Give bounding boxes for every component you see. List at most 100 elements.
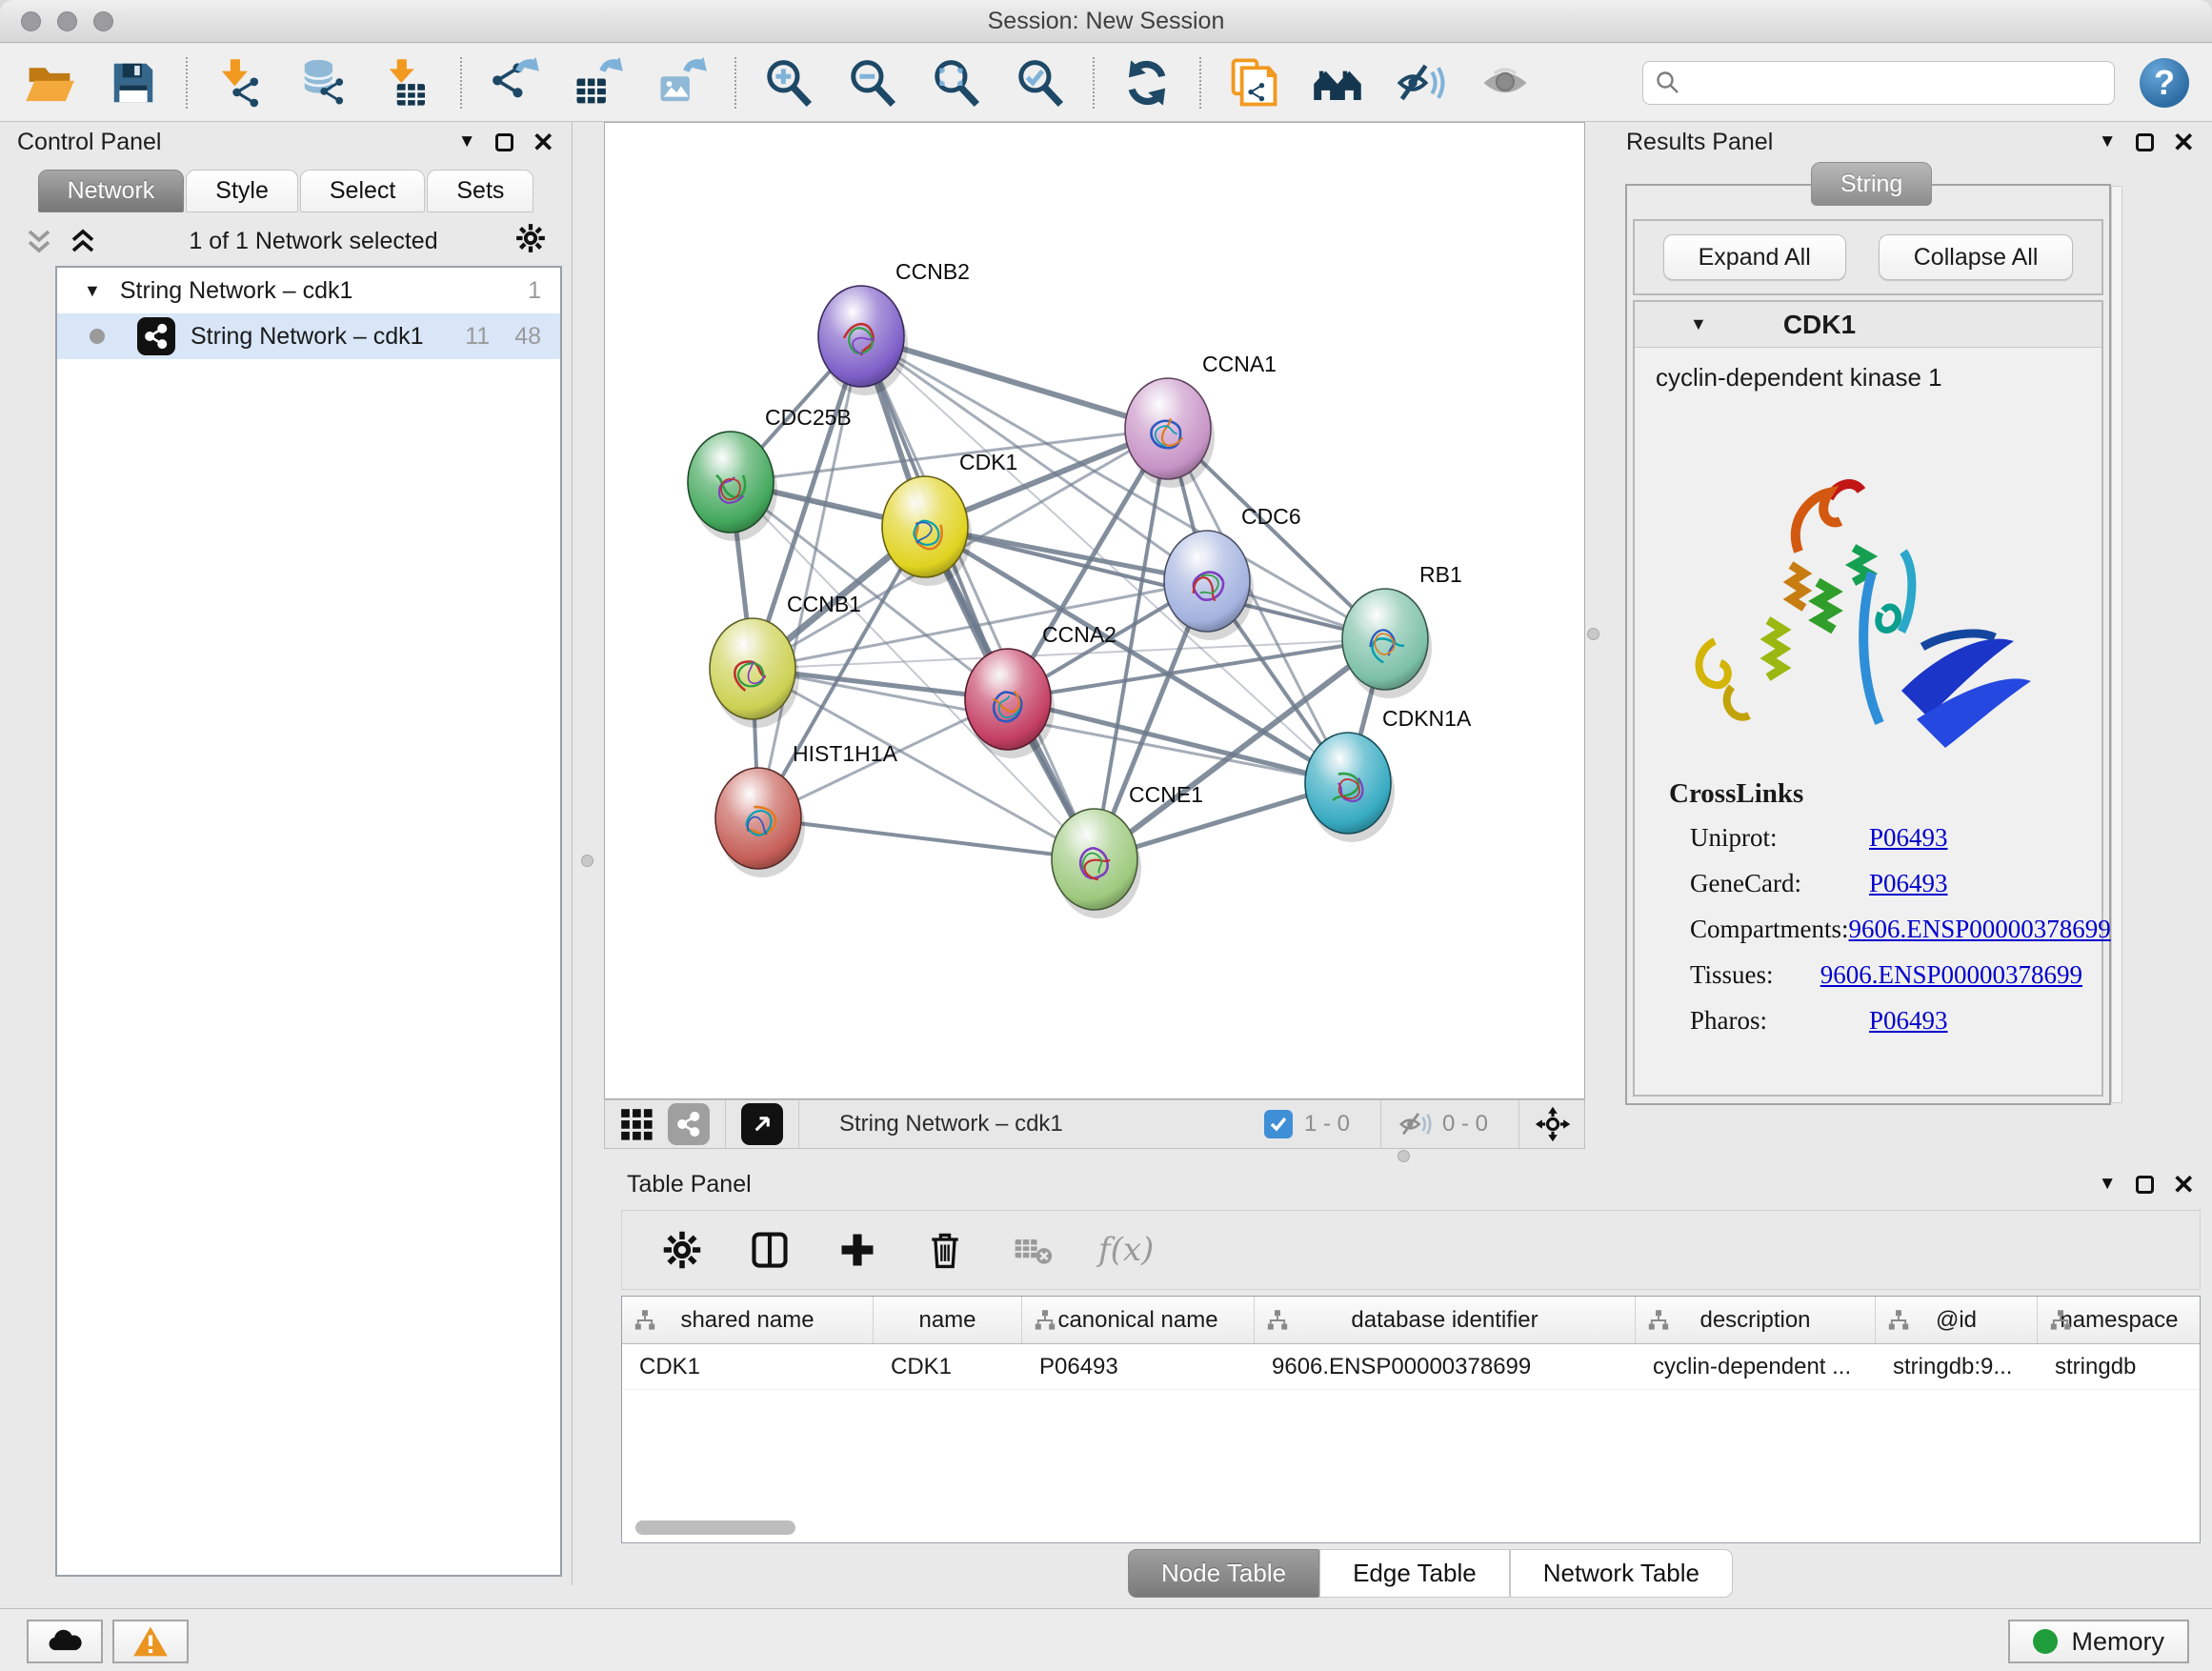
network-node-hist1h1a[interactable]: HIST1H1A bbox=[715, 741, 898, 877]
collapse-all-chevron-icon[interactable] bbox=[25, 227, 53, 255]
collection-name: String Network – cdk1 bbox=[120, 277, 503, 305]
warning-status-button[interactable] bbox=[112, 1620, 189, 1663]
first-neighbors-button[interactable] bbox=[1311, 56, 1364, 110]
network-edge[interactable] bbox=[758, 818, 1095, 859]
tab-select[interactable]: Select bbox=[300, 170, 425, 212]
table-horizontal-scrollbar[interactable] bbox=[635, 1520, 795, 1535]
float-panel-icon[interactable] bbox=[2136, 1176, 2154, 1194]
panel-menu-icon[interactable]: ▼ bbox=[2099, 131, 2117, 152]
toolbar-separator bbox=[734, 57, 736, 109]
hide-selected-button[interactable] bbox=[1395, 56, 1448, 110]
protein-section-header[interactable]: ▼ CDK1 bbox=[1635, 302, 2101, 348]
crosslink-link[interactable]: P06493 bbox=[1869, 869, 1948, 898]
zoom-in-button[interactable] bbox=[762, 56, 815, 110]
import-network-database-button[interactable] bbox=[297, 56, 351, 110]
crosslink-link[interactable]: P06493 bbox=[1869, 1006, 1948, 1036]
close-window-icon[interactable] bbox=[21, 11, 41, 31]
collapse-all-button[interactable]: Collapse All bbox=[1879, 234, 2074, 280]
column-header-canonical-name[interactable]: canonical name bbox=[1022, 1297, 1255, 1343]
node-table[interactable]: shared namenamecanonical namedatabase id… bbox=[621, 1296, 2201, 1543]
column-header-shared-name[interactable]: shared name bbox=[622, 1297, 874, 1343]
column-header-description[interactable]: description bbox=[1636, 1297, 1876, 1343]
expand-all-chevron-icon[interactable] bbox=[69, 227, 97, 255]
delete-column-trash-icon[interactable] bbox=[923, 1228, 967, 1272]
export-image-button[interactable] bbox=[655, 56, 709, 110]
network-edge[interactable] bbox=[861, 336, 1095, 859]
crosslink-link[interactable]: 9606.ENSP00000378699 bbox=[1848, 915, 2110, 944]
move-crosshair-icon[interactable] bbox=[1535, 1106, 1571, 1142]
panel-menu-icon[interactable]: ▼ bbox=[458, 131, 476, 152]
tab-network[interactable]: Network bbox=[38, 170, 185, 212]
results-scrollbar[interactable] bbox=[2111, 186, 2122, 1103]
refresh-button[interactable] bbox=[1120, 56, 1174, 110]
cloud-status-button[interactable] bbox=[27, 1620, 103, 1663]
expand-all-button[interactable]: Expand All bbox=[1663, 234, 1846, 280]
selected-nodes-checkbox[interactable] bbox=[1264, 1110, 1293, 1138]
help-button[interactable]: ? bbox=[2140, 58, 2189, 108]
memory-button[interactable]: Memory bbox=[2008, 1620, 2189, 1663]
table-options-gear-icon[interactable] bbox=[660, 1228, 704, 1272]
table-row[interactable]: CDK1CDK1P064939606.ENSP00000378699cyclin… bbox=[622, 1344, 2200, 1390]
tab-network-table[interactable]: Network Table bbox=[1510, 1549, 1733, 1598]
birdseye-view-icon[interactable] bbox=[741, 1103, 783, 1145]
open-session-button[interactable] bbox=[23, 56, 76, 110]
bottom-splitter-handle[interactable] bbox=[1398, 1150, 1410, 1162]
show-columns-icon[interactable] bbox=[748, 1228, 792, 1272]
column-header-database-identifier[interactable]: database identifier bbox=[1255, 1297, 1636, 1343]
network-node-rb1[interactable]: RB1 bbox=[1342, 562, 1462, 698]
disclosure-triangle-icon[interactable]: ▼ bbox=[1690, 314, 1707, 334]
zoom-fit-button[interactable] bbox=[930, 56, 983, 110]
clone-network-button[interactable] bbox=[1227, 56, 1280, 110]
show-all-button[interactable] bbox=[1478, 56, 1532, 110]
network-canvas[interactable]: CCNB2CCNA1CDC25BCDK1CDC6RB1CCNB1CCNA2CDK… bbox=[604, 122, 1585, 1099]
network-options-gear-icon[interactable] bbox=[514, 222, 547, 261]
import-network-button[interactable] bbox=[213, 56, 267, 110]
export-network-button[interactable] bbox=[488, 56, 541, 110]
network-row[interactable]: String Network – cdk1 11 48 bbox=[57, 313, 560, 359]
right-splitter-handle[interactable] bbox=[1587, 628, 1599, 640]
network-graph[interactable]: CCNB2CCNA1CDC25BCDK1CDC6RB1CCNB1CCNA2CDK… bbox=[605, 123, 1584, 1098]
close-panel-icon[interactable]: ✕ bbox=[533, 127, 554, 158]
window-traffic-lights bbox=[21, 11, 113, 31]
tab-style[interactable]: Style bbox=[186, 170, 298, 212]
memory-status-dot bbox=[2033, 1629, 2058, 1654]
network-node-ccnb2[interactable]: CCNB2 bbox=[818, 259, 970, 395]
column-header-namespace[interactable]: namespace bbox=[2038, 1297, 2201, 1343]
column-header--id[interactable]: @id bbox=[1876, 1297, 2038, 1343]
export-table-button[interactable] bbox=[572, 56, 625, 110]
export-image-icon bbox=[656, 57, 708, 109]
network-node-ccne1[interactable]: CCNE1 bbox=[1052, 782, 1203, 918]
search-box[interactable] bbox=[1642, 61, 2115, 105]
panel-menu-icon[interactable]: ▼ bbox=[2099, 1174, 2117, 1195]
search-input[interactable] bbox=[1689, 69, 2102, 97]
network-collection-row[interactable]: ▼ String Network – cdk1 1 bbox=[57, 268, 560, 313]
disclosure-triangle-icon[interactable]: ▼ bbox=[84, 281, 101, 301]
column-header-name[interactable]: name bbox=[874, 1297, 1022, 1343]
save-session-button[interactable] bbox=[107, 56, 160, 110]
close-panel-icon[interactable]: ✕ bbox=[2173, 1169, 2195, 1200]
tab-edge-table[interactable]: Edge Table bbox=[1319, 1549, 1510, 1598]
import-table-button[interactable] bbox=[381, 56, 434, 110]
network-node-cdk1[interactable]: CDK1 bbox=[882, 450, 1017, 586]
left-splitter-handle[interactable] bbox=[581, 855, 593, 867]
create-column-icon[interactable] bbox=[835, 1228, 879, 1272]
zoom-window-icon[interactable] bbox=[93, 11, 113, 31]
tab-node-table[interactable]: Node Table bbox=[1128, 1549, 1319, 1598]
crosslink-link[interactable]: 9606.ENSP00000378699 bbox=[1820, 960, 2082, 990]
network-node-ccna1[interactable]: CCNA1 bbox=[1125, 352, 1277, 488]
grid-view-icon[interactable] bbox=[618, 1106, 654, 1142]
tab-sets[interactable]: Sets bbox=[427, 170, 533, 212]
network-node-ccnb1[interactable]: CCNB1 bbox=[710, 592, 861, 728]
network-node-cdkn1a[interactable]: CDKN1A bbox=[1305, 706, 1472, 842]
float-panel-icon[interactable] bbox=[495, 133, 513, 151]
minimize-window-icon[interactable] bbox=[57, 11, 77, 31]
close-panel-icon[interactable]: ✕ bbox=[2173, 127, 2195, 158]
crosslink-link[interactable]: P06493 bbox=[1869, 823, 1948, 853]
network-node-cdc25b[interactable]: CDC25B bbox=[688, 405, 852, 541]
tab-string[interactable]: String bbox=[1811, 162, 1932, 206]
table-tabs: Node TableEdge TableNetwork Table bbox=[1128, 1549, 1733, 1598]
zoom-selected-button[interactable] bbox=[1014, 56, 1067, 110]
zoom-out-button[interactable] bbox=[846, 56, 899, 110]
float-panel-icon[interactable] bbox=[2136, 133, 2154, 151]
network-view-mode-icon[interactable] bbox=[668, 1103, 710, 1145]
